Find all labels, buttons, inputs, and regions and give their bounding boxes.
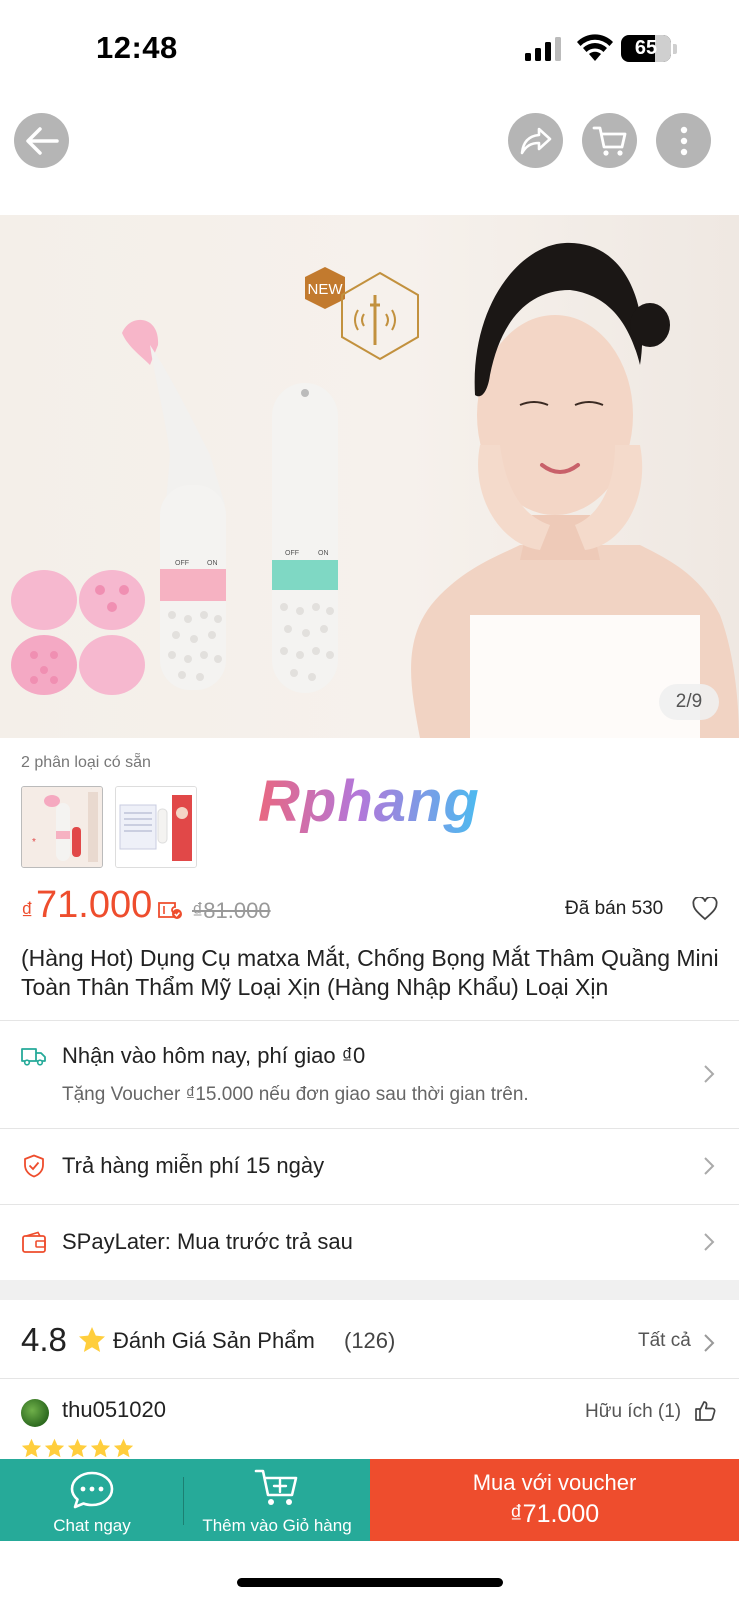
returns-row[interactable]: Trả hàng miễn phí 15 ngày [0, 1129, 739, 1204]
paylater-title: SPayLater: Mua trước trả sau [62, 1229, 353, 1254]
rating-value: 4.8 [21, 1321, 67, 1358]
shipping-subtitle: Tặng Voucher ₫15.000 nếu đơn giao sau th… [62, 1084, 529, 1105]
battery-level: 65 [634, 37, 658, 59]
product-image-gallery[interactable]: NEW OFF ON OFF ON 2/9 [0, 215, 739, 738]
chat-now-label: Chat ngay [53, 1516, 131, 1535]
thumbs-up-icon[interactable] [694, 1400, 716, 1422]
buy-price: ₫71.000 [509, 1500, 600, 1528]
cellular-signal-icon [525, 37, 561, 61]
helpful-label[interactable]: Hữu ích (1) [585, 1401, 681, 1423]
chevron-right-icon [704, 1065, 715, 1083]
svg-text:ON: ON [207, 560, 218, 567]
svg-text:ON: ON [318, 550, 329, 557]
more-button[interactable] [656, 113, 711, 168]
arrow-left-icon [25, 126, 59, 155]
delivery-truck-icon [21, 1048, 46, 1066]
heart-icon[interactable] [692, 897, 718, 921]
variant-image-2 [116, 787, 196, 867]
cart-button[interactable] [582, 113, 637, 168]
share-button[interactable] [508, 113, 563, 168]
sold-count: Đã bán 530 [565, 898, 664, 919]
svg-text:OFF: OFF [285, 550, 299, 557]
review-star-icon [67, 1438, 88, 1458]
buy-with-voucher-button[interactable]: Mua với voucher ₫71.000 [370, 1459, 739, 1541]
new-badge-label: NEW [308, 281, 344, 298]
home-indicator[interactable] [237, 1578, 503, 1587]
model-photo [411, 242, 739, 738]
returns-title: Trả hàng miễn phí 15 ngày [62, 1153, 325, 1178]
add-to-cart-label: Thêm vào Giỏ hàng [202, 1516, 352, 1535]
add-to-cart-icon [254, 1469, 298, 1505]
original-price: ₫81.000 [192, 898, 271, 923]
price-value: 71.000 [36, 884, 153, 926]
review-star-icon [21, 1438, 42, 1458]
chat-now-button[interactable]: Chat ngay [0, 1459, 184, 1541]
product-title: (Hàng Hot) Dụng Cụ matxa Mắt, Chống Bọng… [21, 945, 719, 1000]
variant-thumbnail-2[interactable] [115, 786, 197, 868]
more-vertical-icon [680, 126, 687, 155]
massager-device-pink: OFF ON [122, 319, 226, 690]
buy-label: Mua với voucher [472, 1470, 637, 1495]
product-image: NEW OFF ON OFF ON [11, 242, 739, 738]
svg-text:*: * [32, 837, 36, 848]
massager-device-mint: OFF ON [272, 383, 338, 693]
shield-check-icon [24, 1154, 44, 1178]
variants-label: 2 phân loại có sẵn [21, 754, 151, 771]
divider [0, 1378, 739, 1379]
watermark-logo: Rphang [258, 769, 480, 834]
status-time: 12:48 [96, 30, 178, 65]
cart-icon [592, 126, 626, 156]
reviews-title: Đánh Giá Sản Phẩm [113, 1328, 315, 1353]
see-all-link[interactable]: Tất cả [638, 1330, 691, 1352]
vibration-badge-icon [341, 271, 419, 361]
reviews-count: (126) [344, 1328, 396, 1353]
share-icon [520, 127, 551, 154]
chevron-right-icon [704, 1334, 715, 1352]
reviewer-name: thu051020 [62, 1397, 166, 1422]
voucher-tag-icon [158, 902, 182, 919]
star-icon [79, 1327, 105, 1352]
section-divider [0, 1280, 739, 1300]
shipping-row[interactable]: Nhận vào hôm nay, phí giao ₫0 Tặng Vouch… [0, 1021, 739, 1128]
battery-cap [673, 44, 677, 54]
price-row: ₫ 71.000 ₫81.000 Đã bán 530 [0, 880, 739, 940]
back-button[interactable] [14, 113, 69, 168]
variant-thumbnail-1[interactable]: * [21, 786, 103, 868]
status-bar: 12:48 65 [0, 0, 739, 100]
review-star-icon [90, 1438, 111, 1458]
chevron-right-icon [704, 1157, 715, 1175]
wallet-icon [22, 1231, 46, 1253]
review-star-icon [44, 1438, 65, 1458]
attachment-heads [11, 570, 145, 695]
battery-icon: 65 [621, 35, 671, 62]
image-counter: 2/9 [659, 684, 719, 720]
variant-image-1: * [22, 787, 102, 867]
avatar [21, 1399, 49, 1427]
paylater-row[interactable]: SPayLater: Mua trước trả sau [0, 1205, 739, 1280]
shipping-title: Nhận vào hôm nay, phí giao ₫0 [62, 1043, 366, 1068]
chevron-right-icon [704, 1233, 715, 1251]
review-star-icon [113, 1438, 134, 1458]
wifi-icon [577, 34, 613, 61]
bottom-action-bar: Chat ngay Thêm vào Giỏ hàng Mua với vouc… [0, 1459, 739, 1541]
add-to-cart-button[interactable]: Thêm vào Giỏ hàng [184, 1459, 370, 1541]
price-currency: ₫ [21, 898, 34, 925]
review-stars [21, 1438, 134, 1458]
svg-text:OFF: OFF [175, 560, 189, 567]
chat-bubble-icon [70, 1471, 114, 1509]
